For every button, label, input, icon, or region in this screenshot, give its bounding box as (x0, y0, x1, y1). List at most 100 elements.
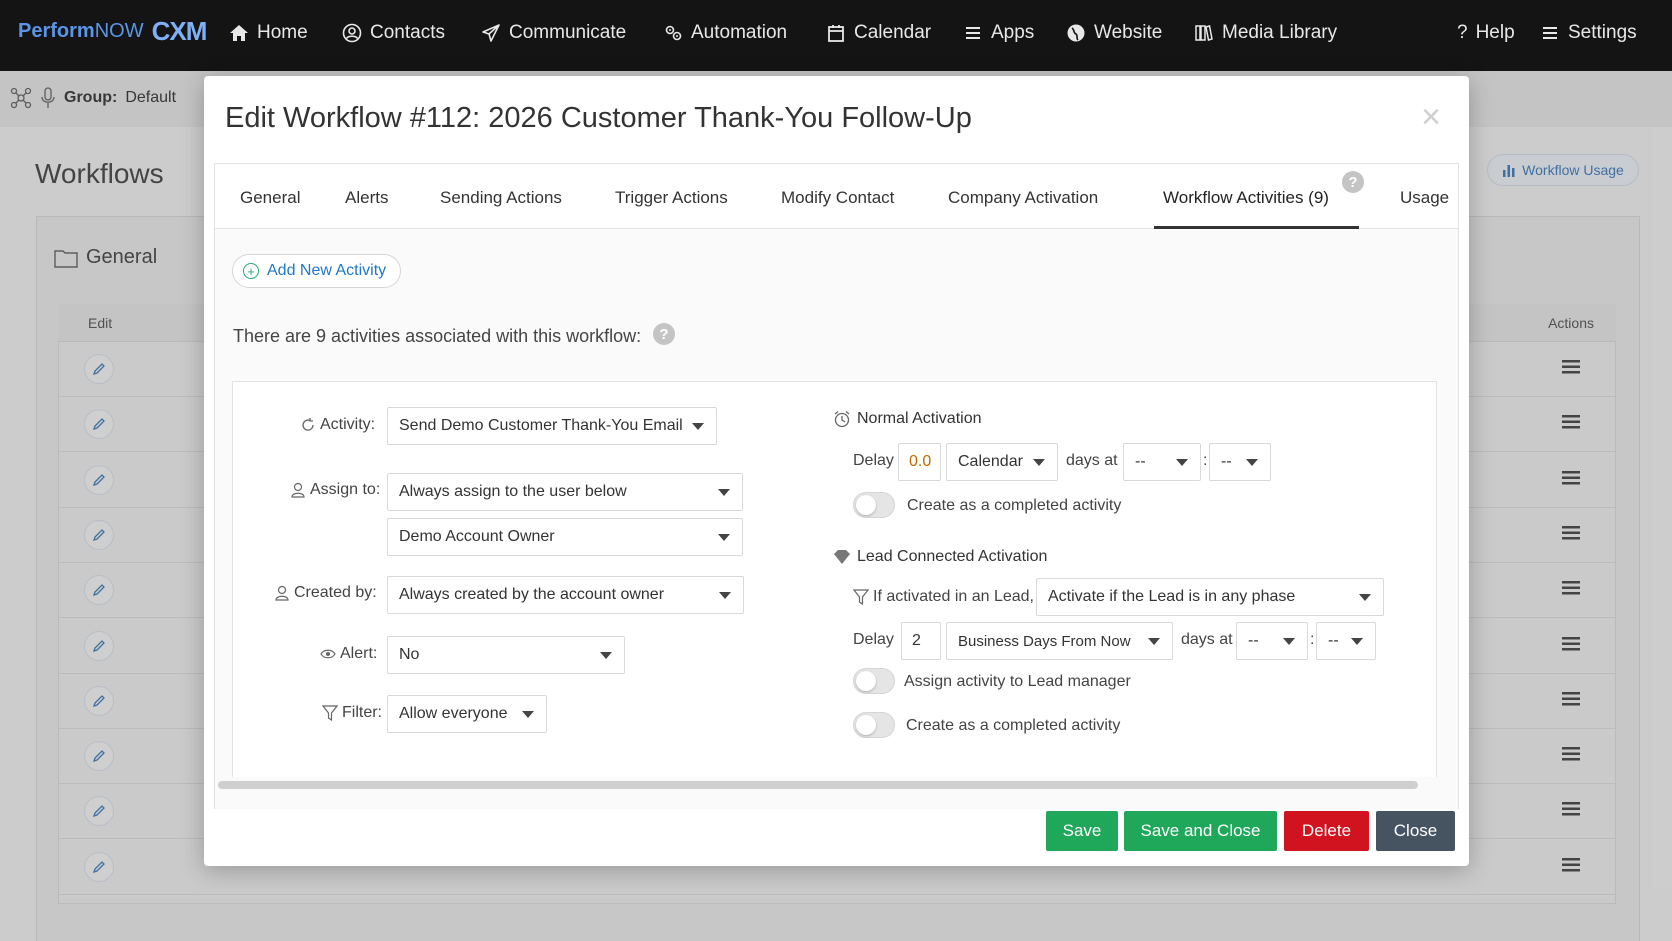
chevron-down-icon (600, 652, 612, 659)
calendar-icon (828, 25, 844, 42)
lead-completed-label: Create as a completed activity (906, 717, 1121, 734)
question-icon[interactable]: ? (1342, 171, 1364, 193)
nav-settings-label: Settings (1568, 22, 1637, 43)
created-by-label: Created by: (274, 584, 377, 602)
globe-icon (1067, 24, 1085, 42)
list-icon (966, 27, 980, 39)
nav-contacts-label: Contacts (370, 22, 445, 43)
normal-delay-unit-value: Calendar (958, 453, 1023, 470)
contacts-icon (342, 23, 362, 43)
normal-delay-unit-select[interactable]: Calendar (946, 443, 1058, 481)
filter-select[interactable]: Allow everyone (387, 695, 547, 733)
tab-company-activation[interactable]: Company Activation (948, 188, 1098, 208)
save-button[interactable]: Save (1046, 811, 1118, 851)
normal-minute-select[interactable]: -- (1209, 443, 1271, 481)
save-and-close-button[interactable]: Save and Close (1124, 811, 1277, 851)
lead-delay-label: Delay (853, 631, 894, 648)
lead-activation-title: Lead Connected Activation (857, 548, 1048, 565)
activity-select[interactable]: Send Demo Customer Thank-You Email (387, 407, 717, 445)
nav-website-label: Website (1094, 22, 1163, 43)
user-icon (275, 585, 289, 601)
tab-workflow-activities[interactable]: Workflow Activities (9) (1163, 188, 1329, 208)
top-navigation: Perform NOW CXM Home Contacts Communicat… (0, 0, 1672, 71)
horizontal-scrollbar[interactable] (218, 781, 1418, 789)
chevron-down-icon (718, 534, 730, 541)
plus-circle-icon: + (243, 263, 259, 279)
tab-modify-contact[interactable]: Modify Contact (781, 188, 894, 208)
close-button[interactable]: Close (1376, 811, 1455, 851)
nav-home[interactable]: Home (229, 22, 308, 44)
normal-delay-label: Delay (853, 452, 894, 469)
add-new-activity-label: Add New Activity (267, 262, 387, 279)
refresh-icon (302, 418, 314, 431)
nav-contacts[interactable]: Contacts (342, 22, 445, 44)
filter-icon (853, 589, 869, 605)
normal-hour-value: -- (1135, 453, 1146, 470)
nav-settings[interactable]: Settings (1540, 22, 1637, 44)
tab-bar: General Alerts Sending Actions Trigger A… (214, 163, 1459, 229)
nav-media-library[interactable]: Media Library (1194, 22, 1337, 44)
normal-completed-toggle[interactable] (853, 492, 895, 518)
activity-count-text: There are 9 activities associated with t… (233, 326, 642, 346)
nav-media-library-label: Media Library (1222, 22, 1338, 43)
filter-label-text: Filter: (342, 704, 382, 721)
list-icon (1543, 27, 1557, 39)
activity-label: Activity: (300, 416, 375, 434)
nav-automation[interactable]: Automation (663, 22, 787, 44)
chevron-down-icon (522, 711, 534, 718)
created-by-select[interactable]: Always created by the account owner (387, 576, 744, 614)
normal-completed-label: Create as a completed activity (907, 497, 1122, 514)
nav-website[interactable]: Website (1066, 22, 1162, 44)
add-new-activity-button[interactable]: + Add New Activity (232, 254, 402, 288)
assign-to-select[interactable]: Always assign to the user below (387, 473, 743, 511)
assign-to-label-text: Assign to: (310, 481, 381, 498)
lead-delay-unit-select[interactable]: Business Days From Now (946, 622, 1173, 660)
chevron-down-icon (1351, 638, 1363, 645)
filter-label: Filter: (322, 704, 382, 722)
normal-delay-input[interactable]: 0.0 (898, 443, 941, 481)
nav-automation-label: Automation (691, 22, 788, 43)
user-icon (291, 482, 305, 498)
lead-assign-manager-toggle[interactable] (853, 668, 895, 694)
nav-help-label: Help (1475, 22, 1515, 43)
tab-alerts[interactable]: Alerts (345, 188, 388, 208)
tab-trigger-actions[interactable]: Trigger Actions (615, 188, 728, 208)
tab-sending-actions[interactable]: Sending Actions (440, 188, 562, 208)
nav-calendar[interactable]: Calendar (826, 22, 931, 44)
lead-completed-toggle[interactable] (853, 712, 895, 738)
lead-minute-value: -- (1328, 632, 1339, 649)
chevron-down-icon (1176, 459, 1188, 466)
eye-icon (320, 649, 336, 659)
diamond-icon (834, 550, 850, 564)
lead-hour-select[interactable]: -- (1236, 622, 1308, 660)
brand-part-cxm: CXM (151, 16, 208, 46)
filter-select-value: Allow everyone (399, 705, 508, 722)
alert-select-value: No (399, 646, 420, 663)
nav-apps[interactable]: Apps (963, 22, 1034, 44)
lead-minute-select[interactable]: -- (1316, 622, 1376, 660)
normal-hour-select[interactable]: -- (1123, 443, 1201, 481)
lead-activation-heading: Lead Connected Activation (833, 548, 1047, 566)
brand-logo[interactable]: Perform NOW CXM (18, 16, 208, 47)
nav-help[interactable]: ? Help (1457, 22, 1515, 44)
chevron-down-icon (1283, 638, 1295, 645)
created-by-label-text: Created by: (294, 584, 377, 601)
brand-part-now: NOW (94, 20, 144, 42)
assign-user-select[interactable]: Demo Account Owner (387, 518, 743, 556)
paper-plane-icon (482, 24, 500, 42)
help-icon: ? (1457, 22, 1468, 43)
tab-general[interactable]: General (240, 188, 300, 208)
brand-part-perform: Perform (18, 20, 95, 42)
alert-select[interactable]: No (387, 636, 625, 674)
lead-phase-select[interactable]: Activate if the Lead is in any phase (1036, 578, 1384, 616)
chevron-down-icon (1033, 459, 1045, 466)
lead-delay-input[interactable]: 2 (901, 622, 941, 660)
chevron-down-icon (1246, 459, 1258, 466)
assign-user-select-value: Demo Account Owner (399, 528, 555, 545)
tab-usage[interactable]: Usage (1400, 188, 1449, 208)
question-icon[interactable]: ? (653, 323, 675, 345)
modal-title: Edit Workflow #112: 2026 Customer Thank-… (225, 102, 972, 134)
delete-button[interactable]: Delete (1284, 811, 1369, 851)
close-icon[interactable]: × (1421, 98, 1441, 137)
nav-communicate[interactable]: Communicate (481, 22, 626, 44)
